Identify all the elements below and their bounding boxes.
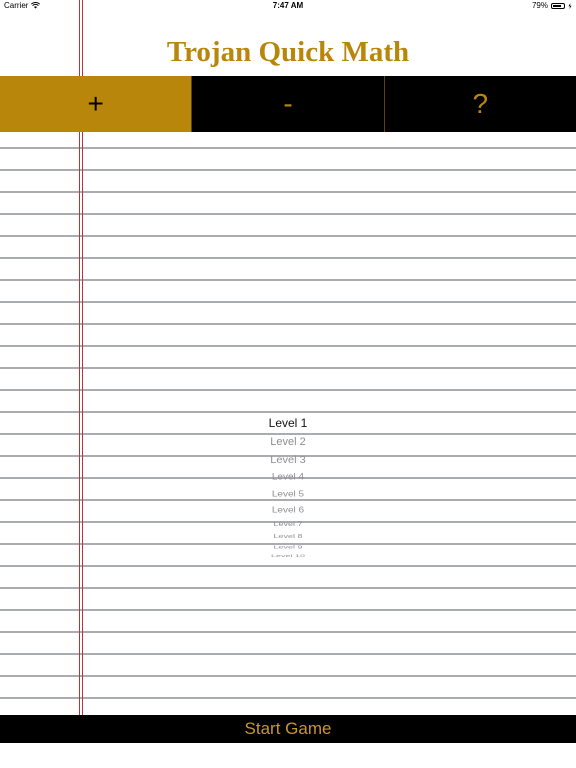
start-game-label: Start Game <box>244 719 332 738</box>
tab-help[interactable]: ? <box>385 76 576 132</box>
picker-option-level-10[interactable]: Level 10 <box>0 554 576 558</box>
picker-option-level-9[interactable]: Level 9 <box>0 545 576 550</box>
app-title: Trojan Quick Math <box>166 36 410 68</box>
picker-option-level-1[interactable]: Level 1 <box>0 416 576 430</box>
picker-option-level-5[interactable]: Level 5 <box>0 490 576 499</box>
picker-option-level-3[interactable]: Level 3 <box>0 454 576 465</box>
start-game-button[interactable]: Start Game <box>0 715 576 743</box>
tab-addition[interactable]: + <box>0 76 193 132</box>
picker-option-level-2[interactable]: Level 2 <box>0 436 576 448</box>
charging-bolt-icon <box>568 2 572 9</box>
battery-fill <box>553 4 561 7</box>
picker-option-level-4[interactable]: Level 4 <box>0 473 576 483</box>
operation-tab-bar: + - ? <box>0 76 576 132</box>
status-bar: Carrier 7:47 AM 79% <box>0 0 576 12</box>
battery-status: 79% <box>532 1 572 10</box>
clock: 7:47 AM <box>272 1 304 10</box>
picker-option-level-8[interactable]: Level 8 <box>0 533 576 539</box>
bottom-safe-area <box>0 743 576 768</box>
battery-percent: 79% <box>531 1 548 10</box>
tab-subtraction[interactable]: - <box>192 76 385 132</box>
picker-option-level-6[interactable]: Level 6 <box>0 506 576 515</box>
picker-option-level-7[interactable]: Level 7 <box>0 521 576 528</box>
level-picker[interactable]: Level 1 Level 2 Level 3 Level 4 Level 5 … <box>0 414 576 560</box>
battery-icon <box>551 2 565 9</box>
